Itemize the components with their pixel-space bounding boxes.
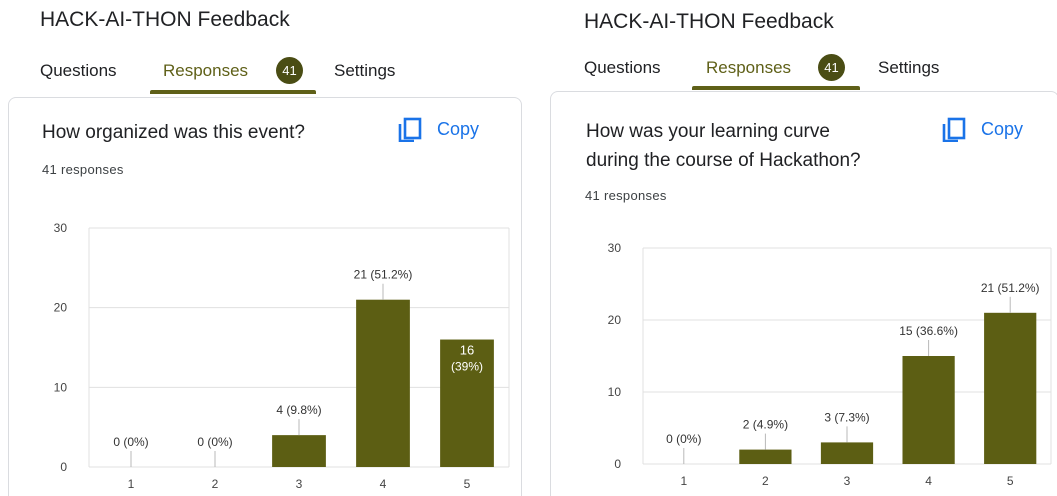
tab-questions[interactable]: Questions [40, 61, 117, 81]
tab-settings[interactable]: Settings [334, 61, 395, 81]
data-label: 0 (0%) [197, 435, 232, 449]
data-label: 0 (0%) [113, 435, 148, 449]
x-tick-label: 5 [1007, 474, 1014, 488]
responses-count-badge: 41 [818, 54, 845, 81]
active-tab-indicator [692, 86, 860, 90]
data-label: 0 (0%) [666, 432, 701, 446]
x-tick-label: 3 [844, 474, 851, 488]
x-tick-label: 2 [212, 477, 219, 491]
y-tick-label: 20 [54, 301, 68, 315]
tab-responses[interactable]: Responses [163, 61, 248, 81]
tab-responses[interactable]: Responses [706, 58, 791, 78]
bar [356, 299, 410, 467]
y-tick-label: 0 [614, 457, 621, 471]
data-label: 16 [460, 343, 474, 358]
bar-chart: 0 10 20 30 1 0 (0%) 2 2 (4.9%) 3 3 (7.3%) 4 15 (36.… [608, 241, 1052, 488]
form-title: HACK-AI-THON Feedback [40, 8, 290, 31]
bar [272, 435, 326, 467]
form-panel-right: HACK-AI-THON Feedback Questions Response… [542, 0, 1057, 496]
tab-settings[interactable]: Settings [878, 58, 939, 78]
question-card: How organized was this event? Copy 41 re… [8, 97, 522, 496]
data-label: 21 (51.2%) [354, 268, 413, 282]
question-card: How was your learning curve during the c… [550, 91, 1057, 496]
x-tick-label: 4 [925, 474, 932, 488]
form-title: HACK-AI-THON Feedback [584, 10, 834, 33]
x-tick-label: 3 [296, 477, 303, 491]
tab-questions[interactable]: Questions [584, 58, 661, 78]
x-tick-label: 4 [380, 477, 387, 491]
bar [820, 442, 874, 464]
data-label: 4 (9.8%) [276, 403, 321, 417]
y-tick-label: 10 [608, 385, 622, 399]
x-tick-label: 5 [464, 477, 471, 491]
form-panel-left: HACK-AI-THON Feedback Questions Response… [0, 0, 528, 496]
bar [739, 449, 792, 464]
bar-chart: 0 10 20 30 1 0 (0%) 2 0 (0%) 3 4 (9.8%) 4 21 (51.2%… [54, 221, 510, 491]
data-label: 3 (7.3%) [824, 410, 869, 424]
y-tick-label: 0 [60, 460, 67, 474]
responses-count-badge: 41 [276, 57, 303, 84]
y-tick-label: 30 [608, 241, 622, 255]
x-tick-label: 1 [128, 477, 135, 491]
data-label: 21 (51.2%) [981, 281, 1040, 295]
data-label: 2 (4.9%) [743, 418, 788, 432]
y-tick-label: 30 [54, 221, 68, 235]
active-tab-indicator [150, 90, 316, 94]
bar [902, 356, 955, 464]
bar [984, 312, 1037, 464]
x-tick-label: 2 [762, 474, 769, 488]
data-label: 15 (36.6%) [899, 324, 958, 338]
x-tick-label: 1 [680, 474, 687, 488]
y-tick-label: 10 [54, 380, 68, 394]
y-tick-label: 20 [608, 313, 622, 327]
data-label: (39%) [451, 360, 483, 374]
